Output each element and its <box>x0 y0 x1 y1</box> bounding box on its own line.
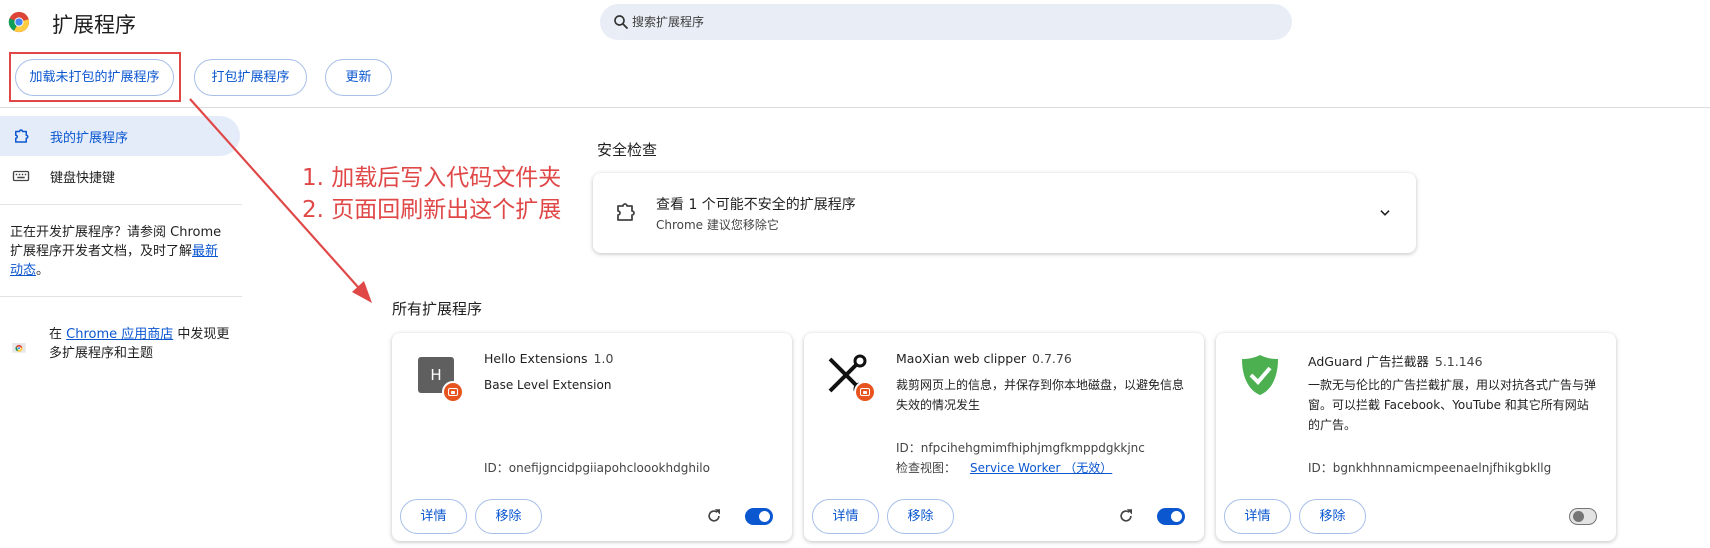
extension-id: ID：nfpcihehgmimfhiphjmgfkmppdgkkjnc <box>896 441 1145 455</box>
extension-name: MaoXian web clipper 0.7.76 <box>896 351 1072 366</box>
search-icon <box>614 15 628 29</box>
pack-extension-button[interactable]: 打包扩展程序 <box>194 59 307 96</box>
safety-check-subtitle: Chrome 建议您移除它 <box>656 218 779 232</box>
remove-button[interactable]: 移除 <box>475 499 542 534</box>
extension-icon <box>828 354 876 403</box>
extension-version: 1.0 <box>593 351 614 366</box>
web-store-note: 在 Chrome 应用商店 中发现更多扩展程序和主题 <box>49 327 230 361</box>
chrome-web-store-link[interactable]: Chrome 应用商店 <box>66 327 173 342</box>
annotation-text-line1: 1. 加载后写入代码文件夹 <box>302 165 562 191</box>
extension-card-hello-extensions: H Hello Extensions 1.0 Base Level Extensi… <box>392 333 792 541</box>
safety-check-title: 查看 1 个可能不安全的扩展程序 <box>656 197 856 213</box>
sidebar-item-keyboard-shortcuts[interactable]: 键盘快捷键 <box>0 156 240 196</box>
sidebar-item-label: 键盘快捷键 <box>50 171 116 186</box>
inspect-views: 检查视图： Service Worker （无效） <box>896 461 1113 475</box>
puzzle-icon <box>617 203 635 221</box>
annotation-text-line2: 2. 页面回刷新出这个扩展 <box>302 197 562 223</box>
extension-description: 裁剪网页上的信息，并保存到你本地磁盘，以避免信息失效的情况发生 <box>896 378 1185 412</box>
search-input[interactable] <box>632 4 1272 40</box>
reload-icon[interactable] <box>1117 507 1135 525</box>
sidebar-divider <box>0 204 242 205</box>
annotation-highlight-box <box>9 52 181 102</box>
safety-section-title: 安全检查 <box>597 141 658 159</box>
shield-check-icon <box>1242 355 1278 395</box>
developer-note: 正在开发扩展程序？请参阅 Chrome 扩展程序开发者文档，及时了解最新动态。 <box>10 225 222 278</box>
details-button[interactable]: 详情 <box>400 499 467 534</box>
header: 扩展程序 <box>0 0 1710 44</box>
details-button[interactable]: 详情 <box>1224 499 1291 534</box>
page-title: 扩展程序 <box>52 13 136 37</box>
reload-icon[interactable] <box>705 507 723 525</box>
all-extensions-title: 所有扩展程序 <box>392 300 483 318</box>
chrome-logo-icon <box>8 11 30 33</box>
safety-check-card[interactable]: 查看 1 个可能不安全的扩展程序 Chrome 建议您移除它 <box>593 173 1416 253</box>
extension-id: ID：bgnkhhnnamicmpeenaelnjfhikgbkllg <box>1308 461 1552 475</box>
chrome-web-store-icon <box>12 343 26 353</box>
details-button[interactable]: 详情 <box>812 499 879 534</box>
extension-id: ID：onefijgncidpgiiapohcloookhdghilo <box>484 461 710 475</box>
puzzle-icon <box>15 129 29 143</box>
developer-mode-badge-icon <box>442 381 464 403</box>
enable-toggle[interactable] <box>1157 508 1185 525</box>
extension-icon <box>1240 355 1280 395</box>
extension-name: Hello Extensions 1.0 <box>484 351 614 366</box>
chevron-down-icon[interactable] <box>1378 206 1392 220</box>
extension-version: 0.7.76 <box>1032 351 1072 366</box>
remove-button[interactable]: 移除 <box>887 499 954 534</box>
header-divider <box>0 107 1710 108</box>
sidebar-item-my-extensions[interactable]: 我的扩展程序 <box>0 116 240 156</box>
extension-card-maoxian: MaoXian web clipper 0.7.76 裁剪网页上的信息，并保存到你… <box>804 333 1204 541</box>
developer-mode-badge-icon <box>854 381 876 403</box>
sidebar-divider <box>0 296 242 297</box>
extension-description: Base Level Extension <box>484 378 612 392</box>
service-worker-link[interactable]: Service Worker （无效） <box>970 461 1112 475</box>
update-button[interactable]: 更新 <box>325 59 392 96</box>
extension-name: AdGuard 广告拦截器 5.1.146 <box>1308 354 1483 369</box>
extension-card-adguard: AdGuard 广告拦截器 5.1.146 一款无与伦比的广告拦截扩展，用以对抗各… <box>1216 333 1616 541</box>
extension-icon: H <box>416 355 464 403</box>
extension-description: 一款无与伦比的广告拦截扩展，用以对抗各式广告与弹窗。可以拦截 Facebook、… <box>1308 378 1597 432</box>
enable-toggle[interactable] <box>745 508 773 525</box>
search-box[interactable] <box>600 4 1292 40</box>
extension-version: 5.1.146 <box>1434 354 1483 369</box>
keyboard-icon <box>12 170 30 182</box>
remove-button[interactable]: 移除 <box>1299 499 1366 534</box>
sidebar-item-label: 我的扩展程序 <box>50 131 129 146</box>
enable-toggle[interactable] <box>1569 508 1597 525</box>
